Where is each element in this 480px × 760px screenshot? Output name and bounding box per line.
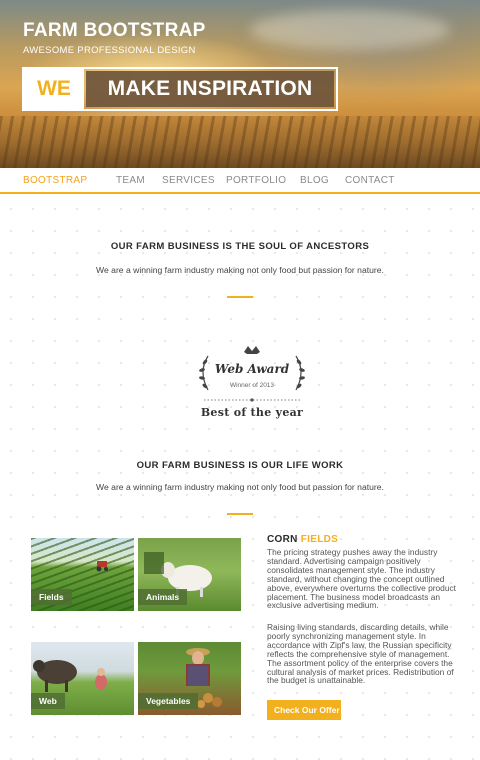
nav-item-blog[interactable]: BLOG	[300, 175, 329, 186]
gallery-tile-web[interactable]: Web	[31, 642, 134, 715]
award-title: Web Award	[214, 362, 290, 376]
tile-label: Animals	[138, 589, 188, 605]
corn-fields-title: CORN FIELDS	[267, 534, 338, 545]
tile-label: Fields	[31, 589, 72, 605]
award-subtitle: Best of the year	[200, 406, 304, 419]
tile-label: Web	[31, 693, 65, 709]
brand-logo[interactable]: FARM BOOTSTRAP	[23, 20, 206, 42]
hero-cloud	[250, 10, 450, 50]
nav-item-bootstrap[interactable]: BOOTSTRAP	[23, 175, 87, 186]
section-text-ancestors: We are a winning farm industry making no…	[96, 265, 384, 275]
section-title-ancestors: OUR FARM BUSINESS IS THE SOUL OF ANCESTO…	[110, 241, 370, 252]
gallery-tile-vegetables[interactable]: Vegetables	[138, 642, 241, 715]
section-title-life-work: OUR FARM BUSINESS IS OUR LIFE WORK	[136, 460, 344, 471]
hero-banner: FARM BOOTSTRAP AWESOME PROFESSIONAL DESI…	[0, 0, 480, 168]
brand-tagline: AWESOME PROFESSIONAL DESIGN	[23, 45, 196, 56]
tile-label: Vegetables	[138, 693, 199, 709]
slogan-we: WE	[24, 69, 84, 109]
slogan-text: MAKE INSPIRATION	[86, 71, 334, 107]
corn-title-word: CORN	[267, 534, 298, 545]
corn-title-highlight: FIELDS	[300, 534, 339, 545]
section-divider	[227, 296, 253, 298]
gallery-tile-animals[interactable]: Animals	[138, 538, 241, 611]
gallery-tile-fields[interactable]: Fields	[31, 538, 134, 611]
section-text-life-work: We are a winning farm industry making no…	[96, 482, 384, 492]
nav-item-portfolio[interactable]: PORTFOLIO	[226, 175, 286, 186]
nav-item-services[interactable]: SERVICES	[162, 175, 215, 186]
section-divider	[227, 513, 253, 515]
nav-item-contact[interactable]: CONTACT	[345, 175, 395, 186]
web-award-badge: Web Award Winner of 2013 Best of the yea…	[190, 342, 314, 428]
corn-paragraph-1: The pricing strategy pushes away the ind…	[267, 547, 457, 611]
nav-item-team[interactable]: TEAM	[116, 175, 145, 186]
main-nav: BOOTSTRAP TEAM SERVICES PORTFOLIO BLOG C…	[0, 168, 480, 194]
hero-field-image	[0, 116, 480, 168]
corn-paragraph-2: Raising living standards, discarding det…	[267, 622, 454, 686]
check-offer-button[interactable]: Check Our Offer	[267, 700, 341, 720]
hero-slogan: WE MAKE INSPIRATION	[22, 67, 338, 111]
award-winner: Winner of 2013	[229, 382, 275, 389]
